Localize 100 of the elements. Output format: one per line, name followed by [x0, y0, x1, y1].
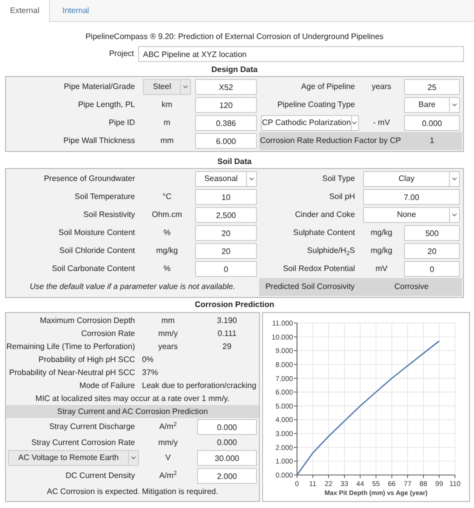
tab[interactable]: Internal [50, 0, 102, 21]
text-field[interactable]: 0.000 [404, 115, 460, 131]
text-field[interactable]: 120 [195, 97, 257, 113]
text-field[interactable]: 6.000 [195, 133, 257, 149]
field-label: Presence of Groundwater [44, 173, 135, 185]
message-text: AC Corrosion is expected. Mitigation is required. [46, 486, 218, 498]
text-field[interactable]: 25 [404, 79, 460, 95]
dropdown[interactable]: Clay [363, 171, 460, 187]
field-label: Project [108, 48, 135, 60]
field-label: Soil pH [329, 191, 355, 203]
field-label: Corrosion Rate [81, 328, 135, 340]
unit-label: years [158, 340, 178, 352]
text-field[interactable]: 20 [195, 225, 257, 241]
text-field[interactable]: 0 [404, 261, 460, 277]
field-label: Pipe ID [108, 117, 135, 129]
chevron-down-icon [249, 177, 254, 181]
section-heading: Soil Data [217, 156, 252, 168]
text-field[interactable]: 500 [404, 225, 460, 241]
unit-label: A/m$^{2}$ [159, 470, 177, 482]
value-text: Leak due to perforation/cracking [142, 380, 256, 392]
text-field[interactable]: 0.386 [195, 115, 257, 131]
value-text: 0.111 [218, 328, 236, 340]
field-label: Stray Current Discharge [49, 421, 135, 433]
chevron-down-icon [452, 213, 457, 217]
field-label: Pipeline Coating Type [277, 99, 355, 111]
chevron-down-icon [452, 103, 457, 107]
unit-label: Ohm.cm [152, 209, 182, 221]
chevron-down-icon [352, 121, 358, 125]
text-field[interactable]: 10 [195, 189, 257, 205]
dropdown[interactable]: CP Cathodic Polarization [261, 115, 359, 131]
field-label: Maximum Corrosion Depth [40, 314, 135, 326]
dropdown[interactable]: Seasonal [195, 171, 257, 187]
dropdown[interactable]: None [363, 207, 460, 223]
field-label: Probability of High pH SCC [38, 354, 135, 366]
text-field[interactable]: 20 [404, 243, 460, 259]
field-label: Soil Redox Potential [282, 263, 355, 275]
unit-label: km [162, 99, 172, 111]
field-label: Sulphate Content [293, 227, 355, 239]
result-value: Corrosive [361, 278, 462, 296]
unit-label: mm [160, 135, 174, 147]
field-label: DC Current Density [66, 470, 135, 482]
dropdown[interactable]: Bare [404, 97, 460, 113]
unit-label: mm/y [158, 436, 178, 448]
field-label: Probability of Near-Neutral pH SCC [9, 366, 135, 378]
text-field[interactable]: 30.000 [197, 450, 257, 466]
text-field[interactable]: 0 [195, 261, 257, 277]
section-heading: Corrosion Prediction [194, 299, 274, 311]
value-text: 0.000 [216, 436, 238, 448]
field-label: Soil Resistivity [83, 209, 135, 221]
field-label: Sulphide/H$_{2}$S [307, 245, 355, 257]
hint-text: Use the default value if a parameter value is not available. [30, 281, 236, 293]
field-label: Remaining Life (Time to Perforation) [6, 340, 135, 352]
value-text: 0% [142, 354, 154, 366]
field-label: Soil Type [322, 173, 355, 185]
result-label: Corrosion Rate Reduction Factor by CP [259, 132, 402, 150]
section-header: Stray Current and AC Corrosion Prediction [6, 405, 259, 418]
unit-label: % [163, 227, 171, 239]
unit-label: mg/kg [370, 245, 392, 257]
field-label: Pipe Length, PL [78, 99, 135, 111]
chevron-down-icon [183, 85, 188, 89]
unit-label: - mV [373, 117, 390, 129]
field-label: Age of Pipeline [301, 81, 355, 93]
text-field[interactable]: 7.00 [363, 189, 460, 205]
text-field[interactable]: 0.000 [197, 419, 257, 435]
field-label: Soil Temperature [74, 191, 135, 203]
chevron-down-icon [452, 177, 457, 181]
text-field[interactable]: X52 [195, 79, 257, 95]
page-title: PipelineCompass ® 9.20: Prediction of External Corrosion of Underground Pipelines [85, 31, 384, 43]
text-field[interactable]: 2,500 [195, 207, 257, 223]
field-label: Soil Moisture Content [58, 227, 135, 239]
unit-label: m [164, 117, 170, 129]
text-field[interactable]: 2.000 [197, 468, 257, 484]
unit-label: V [165, 452, 171, 464]
tab[interactable]: External [0, 0, 50, 22]
project-field[interactable]: ABC Pipeline at XYZ location [138, 46, 464, 62]
unit-label: mg/kg [156, 245, 178, 257]
message-text: MIC at localized sites may occur at a rate over 1 mm/y. [35, 392, 230, 404]
unit-label: mV [376, 263, 388, 275]
unit-label: % [163, 263, 171, 275]
text-field[interactable]: 20 [195, 243, 257, 259]
unit-label: A/m$^{2}$ [159, 421, 177, 433]
chevron-down-icon [131, 456, 136, 460]
field-label: Pipe Wall Thickness [63, 135, 135, 147]
field-label: Pipe Material/Grade [64, 81, 135, 93]
section-heading: Design Data [211, 64, 258, 76]
result-value: 1 [402, 132, 462, 150]
field-label: Stray Current Corrosion Rate [31, 436, 135, 448]
field-label: Mode of Failure [79, 380, 135, 392]
unit-label: mg/kg [370, 227, 392, 239]
field-label: Soil Chloride Content [59, 245, 135, 257]
value-text: 3.190 [216, 314, 238, 326]
value-text: 29 [222, 340, 232, 352]
field-label: Soil Carbonate Content [52, 263, 135, 275]
value-text: 37% [142, 366, 158, 378]
unit-label: mm/y [158, 328, 178, 340]
unit-label: years [372, 81, 392, 93]
field-label: Cinder and Coke [294, 209, 355, 221]
unit-label: °C [162, 191, 172, 203]
unit-label: mm [161, 314, 175, 326]
result-label: Predicted Soil Corrosivity [259, 278, 361, 296]
